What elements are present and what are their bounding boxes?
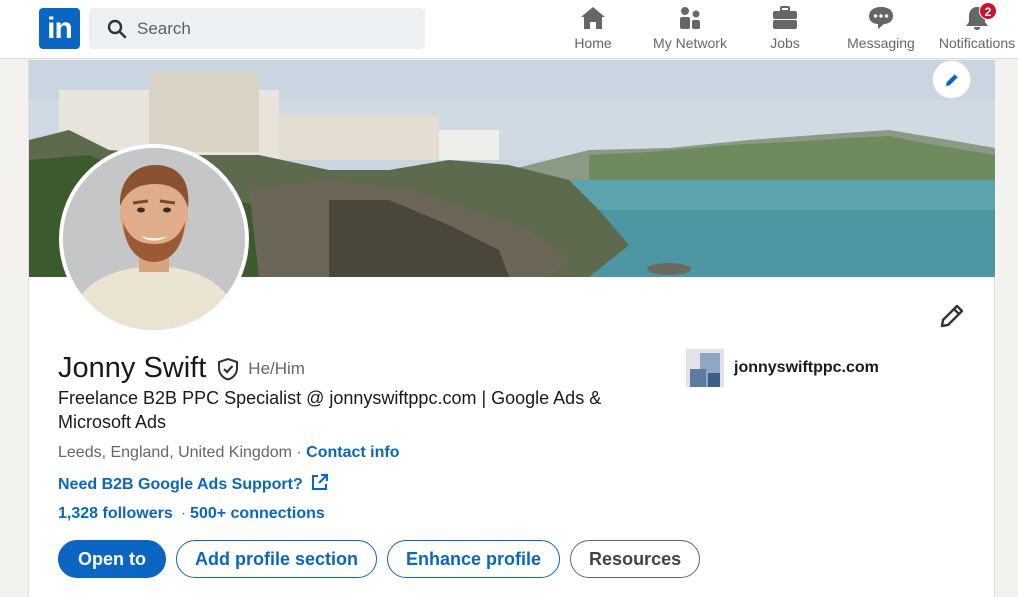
nav-label-home: Home xyxy=(574,35,612,51)
profile-headline: Freelance B2B PPC Specialist @ jonnyswif… xyxy=(58,388,602,432)
website-url: jonnyswiftppc.com xyxy=(734,359,879,376)
top-navigation: in Home My Network Jobs xyxy=(0,0,1018,59)
home-icon xyxy=(581,7,605,29)
external-link-icon xyxy=(311,474,328,490)
counts-separator: · xyxy=(180,505,187,522)
pencil-icon xyxy=(946,73,959,86)
pencil-icon xyxy=(940,304,964,328)
profile-card: Jonny Swift He/Him Freelance B2B PPC Spe… xyxy=(28,60,995,597)
add-profile-section-button[interactable]: Add profile section xyxy=(176,540,378,578)
nav-item-my-network[interactable]: My Network xyxy=(648,4,732,56)
briefcase-icon xyxy=(773,6,797,29)
profile-name: Jonny Swift xyxy=(58,351,207,384)
nav-item-notifications[interactable]: 2 Notifications xyxy=(935,2,1018,56)
location-text: Leeds, England, United Kingdom xyxy=(58,444,292,461)
contact-info-link[interactable]: Contact info xyxy=(306,444,399,461)
followers-link[interactable]: 1,328 followers xyxy=(58,505,173,522)
location-separator: · xyxy=(291,444,307,461)
pronouns: He/Him xyxy=(248,359,305,378)
nav-item-home[interactable]: Home xyxy=(563,4,623,56)
nav-item-messaging[interactable]: Messaging xyxy=(843,4,919,56)
verified-shield-icon[interactable] xyxy=(216,357,240,381)
messaging-icon xyxy=(869,7,893,29)
search-icon xyxy=(107,19,127,39)
nav-item-jobs[interactable]: Jobs xyxy=(755,4,815,56)
open-to-button[interactable]: Open to xyxy=(58,540,166,578)
profile-name-row: Jonny Swift He/Him xyxy=(58,350,305,386)
nav-label-messaging: Messaging xyxy=(847,35,915,51)
resources-button[interactable]: Resources xyxy=(570,540,701,578)
search-input[interactable] xyxy=(137,8,407,49)
profile-photo[interactable] xyxy=(59,144,249,334)
connections-link[interactable]: 500+ connections xyxy=(190,505,325,522)
network-counts: 1,328 followers · 500+ connections xyxy=(58,505,325,523)
nav-label-jobs: Jobs xyxy=(770,35,800,51)
linkedin-logo[interactable]: in xyxy=(39,8,80,49)
search-box[interactable] xyxy=(89,8,425,49)
edit-intro-button[interactable] xyxy=(936,300,968,332)
website-icon xyxy=(686,349,724,387)
notification-badge: 2 xyxy=(979,2,997,20)
website-link[interactable]: jonnyswiftppc.com xyxy=(686,349,879,387)
profile-location-line: Leeds, England, United Kingdom · Contact… xyxy=(58,444,399,462)
profile-avatar-image xyxy=(63,148,245,330)
edit-banner-button[interactable] xyxy=(932,60,971,99)
nav-label-my-network: My Network xyxy=(653,35,727,51)
enhance-profile-button[interactable]: Enhance profile xyxy=(387,540,561,578)
nav-label-notifications: Notifications xyxy=(938,35,1016,51)
profile-actions: Open to Add profile section Enhance prof… xyxy=(58,540,701,578)
network-icon xyxy=(680,7,700,29)
featured-link[interactable]: Need B2B Google Ads Support? xyxy=(58,474,328,494)
featured-link-label: Need B2B Google Ads Support? xyxy=(58,476,303,493)
